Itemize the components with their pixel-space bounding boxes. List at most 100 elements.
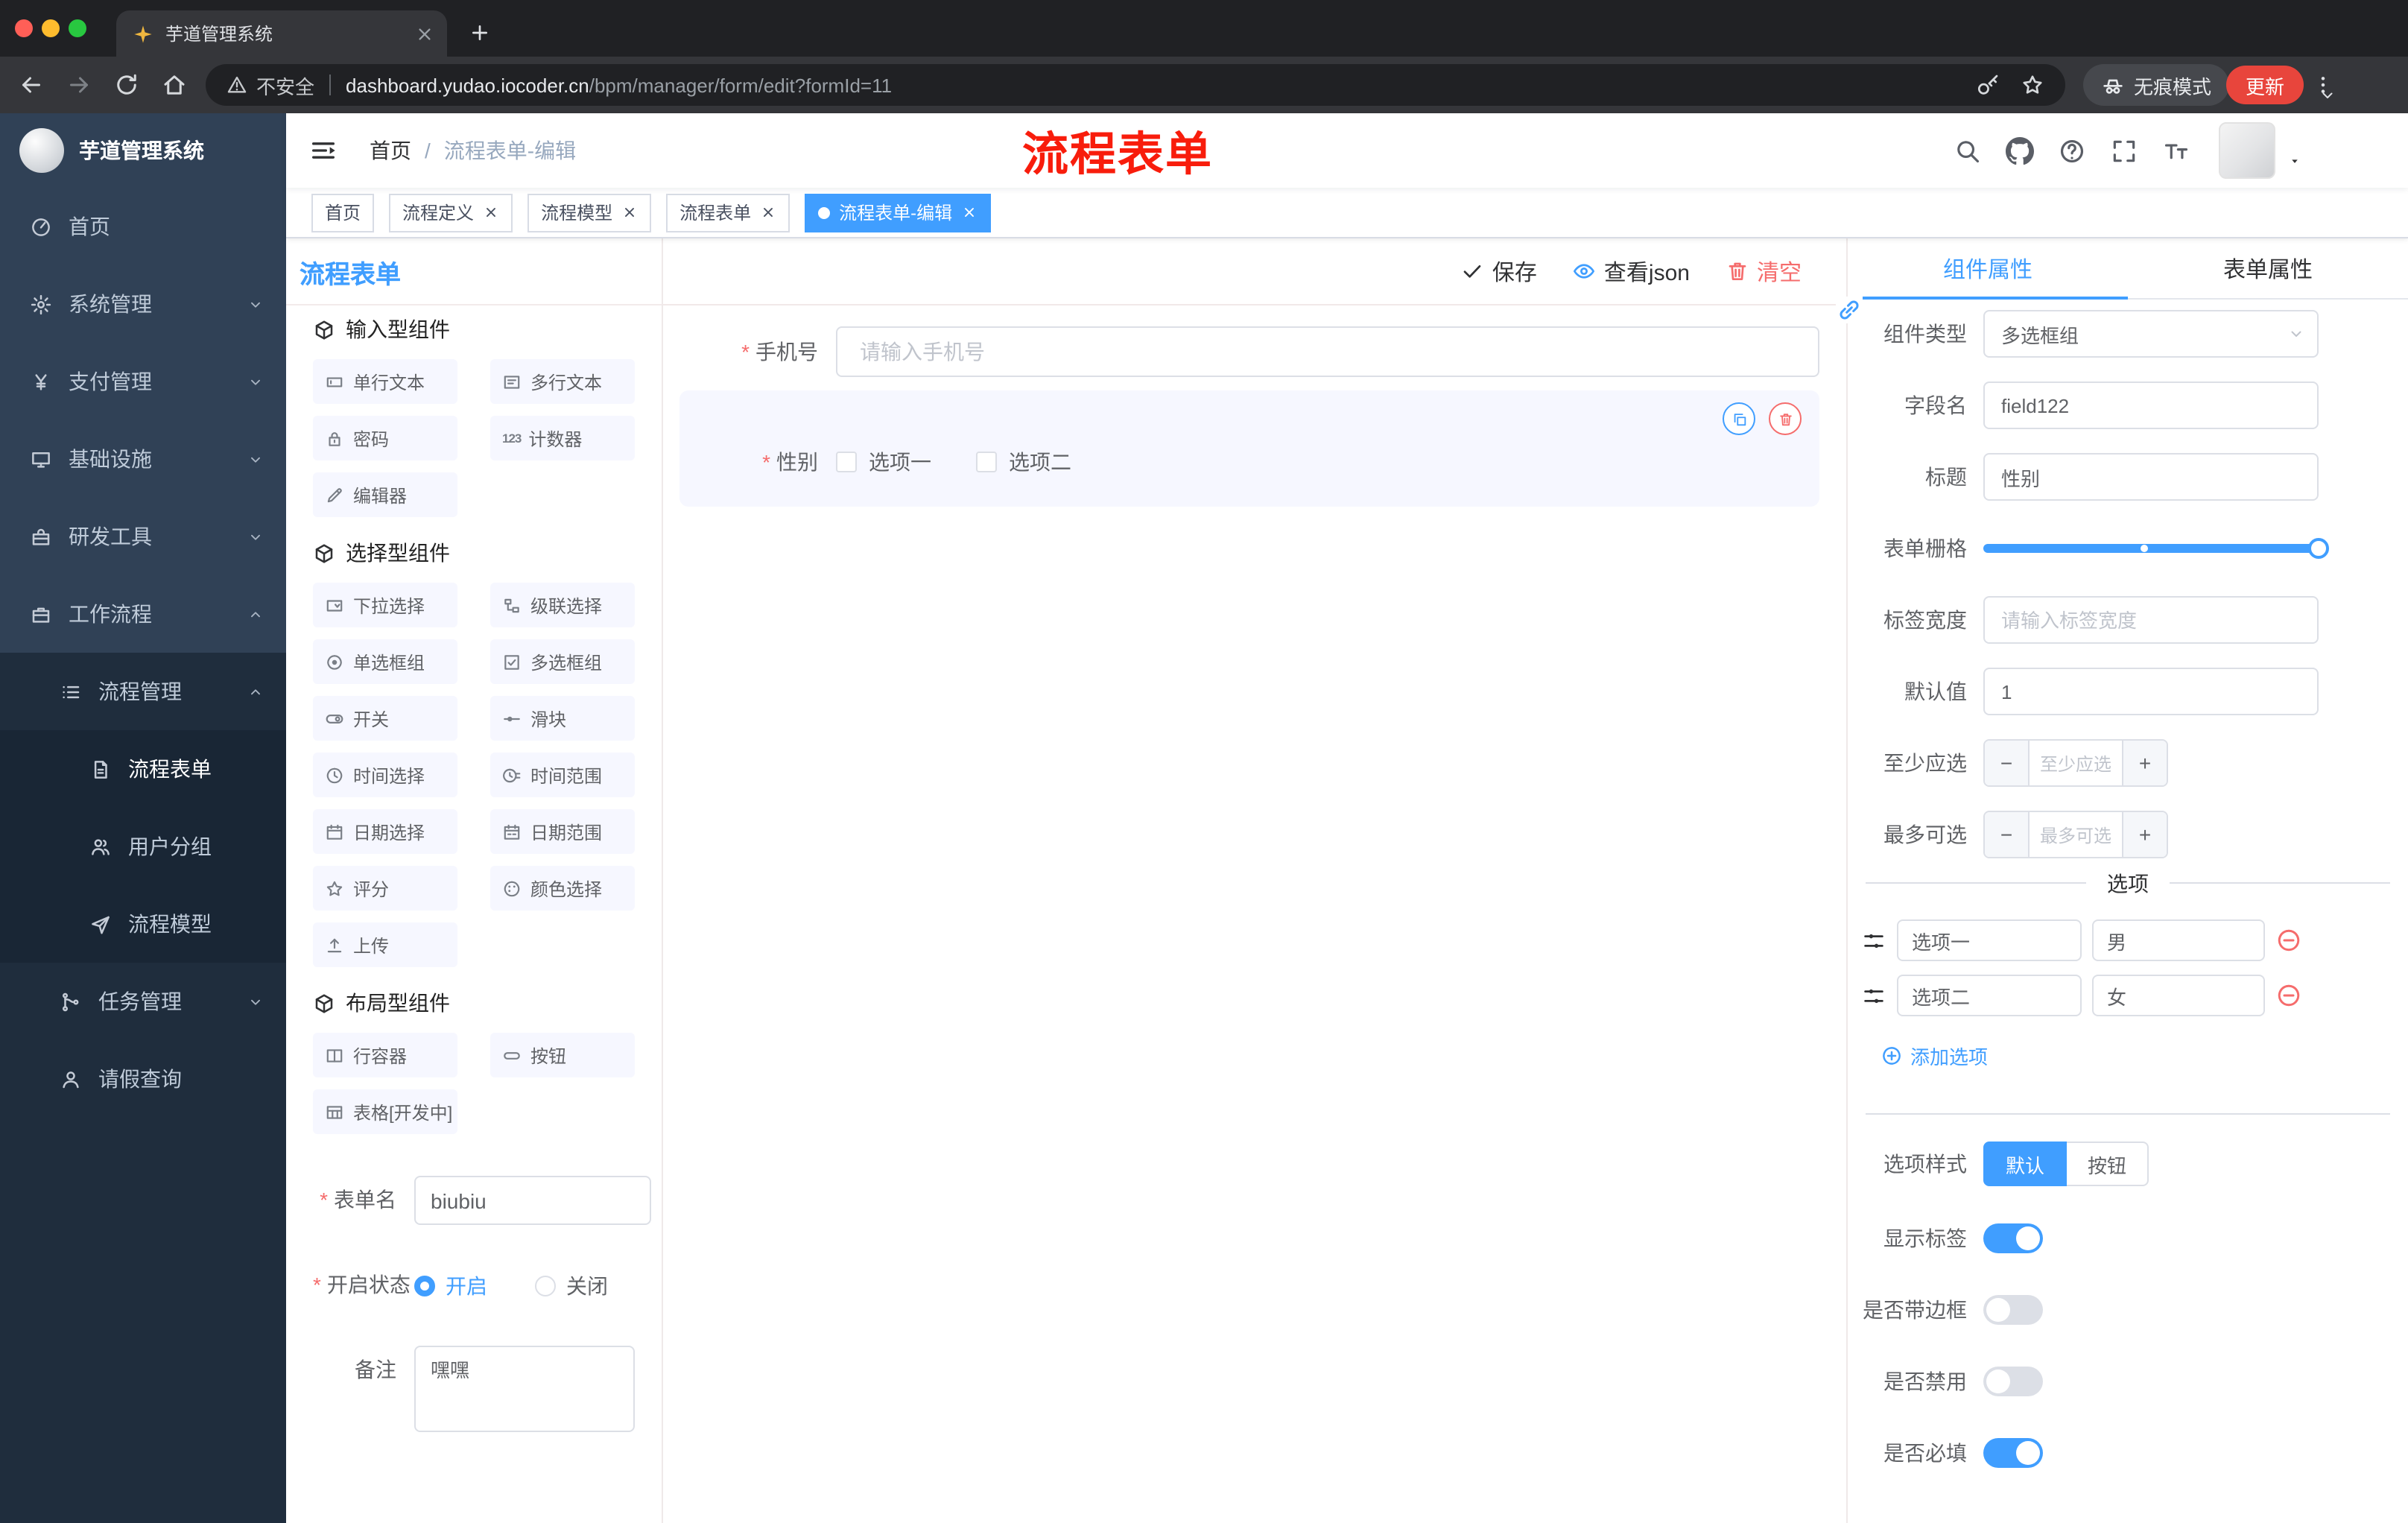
number-stepper[interactable]: 最多可选 bbox=[1983, 811, 2168, 858]
palette-item[interactable]: 级联选择 bbox=[490, 583, 635, 627]
sidebar-item[interactable]: 流程表单 bbox=[0, 730, 286, 808]
minuscirc-icon[interactable] bbox=[2275, 982, 2302, 1009]
home-button[interactable] bbox=[161, 72, 188, 98]
reload-button[interactable] bbox=[113, 72, 140, 98]
toggle-switch[interactable] bbox=[1983, 1223, 2043, 1253]
stepper-decrease-button[interactable] bbox=[1985, 741, 2030, 785]
slider-handle[interactable] bbox=[2308, 538, 2329, 559]
browser-tab[interactable]: 芋道管理系统 bbox=[116, 10, 447, 57]
save-button[interactable]: 保存 bbox=[1461, 256, 1537, 287]
link-handle[interactable] bbox=[1836, 297, 1863, 323]
gender-option-1[interactable]: 选项一 bbox=[836, 447, 931, 477]
palette-item[interactable]: 日期范围 bbox=[490, 809, 635, 854]
close-icon[interactable] bbox=[483, 204, 499, 221]
toggle-switch[interactable] bbox=[1983, 1367, 2043, 1396]
phone-input[interactable]: 请输入手机号 bbox=[836, 326, 1819, 377]
browser-update-button[interactable]: 更新 bbox=[2226, 66, 2304, 104]
chevdown-icon[interactable] bbox=[2287, 325, 2305, 343]
component-type-select[interactable]: 多选框组 bbox=[1983, 310, 2319, 358]
option-value-input[interactable] bbox=[2092, 919, 2265, 961]
palette-item[interactable]: 编辑器 bbox=[313, 472, 457, 517]
palette-item[interactable]: 评分 bbox=[313, 866, 457, 911]
toggle-switch[interactable] bbox=[1983, 1438, 2043, 1468]
option-value-input[interactable] bbox=[2092, 975, 2265, 1016]
tab-form-props[interactable]: 表单属性 bbox=[2128, 238, 2408, 298]
search-icon[interactable] bbox=[1954, 136, 1982, 165]
page-tag[interactable]: 首页 bbox=[311, 193, 375, 232]
checkbox-icon[interactable] bbox=[836, 452, 857, 472]
minimize-window-button[interactable] bbox=[42, 19, 60, 37]
maximize-window-button[interactable] bbox=[69, 19, 86, 37]
option-name-input[interactable] bbox=[1897, 975, 2082, 1016]
palette-item[interactable]: 下拉选择 bbox=[313, 583, 457, 627]
minuscirc-icon[interactable] bbox=[2275, 927, 2302, 954]
hamburger-icon[interactable] bbox=[308, 136, 338, 165]
sidebar-item[interactable]: 研发工具 bbox=[0, 498, 286, 575]
breadcrumb-home[interactable]: 首页 bbox=[370, 136, 411, 165]
sidebar-item[interactable]: 基础设施 bbox=[0, 420, 286, 498]
radio-on-icon[interactable] bbox=[414, 1275, 435, 1296]
back-button[interactable] bbox=[18, 72, 45, 98]
sidebar-item[interactable]: 流程模型 bbox=[0, 885, 286, 963]
copy-component-button[interactable] bbox=[1723, 402, 1755, 435]
close-window-button[interactable] bbox=[15, 19, 33, 37]
toggle-switch[interactable] bbox=[1983, 1295, 2043, 1325]
palette-item[interactable]: 123 计数器 bbox=[490, 416, 635, 460]
sidebar-item[interactable]: 流程管理 bbox=[0, 653, 286, 730]
github-icon[interactable] bbox=[2006, 136, 2034, 165]
fullscreen-icon[interactable] bbox=[2110, 136, 2138, 165]
palette-item[interactable]: 行容器 bbox=[313, 1033, 457, 1077]
radio-off-label[interactable]: 关闭 bbox=[566, 1270, 608, 1300]
sidebar-item[interactable]: 用户分组 bbox=[0, 808, 286, 885]
chevron-down-icon[interactable] bbox=[2319, 86, 2336, 104]
form-name-input[interactable] bbox=[414, 1176, 651, 1225]
option-name-input[interactable] bbox=[1897, 919, 2082, 961]
help-icon[interactable] bbox=[2058, 136, 2086, 165]
tab-close-icon[interactable] bbox=[414, 23, 435, 44]
stepper-decrease-button[interactable] bbox=[1985, 812, 2030, 857]
number-stepper[interactable]: 至少应选 bbox=[1983, 739, 2168, 787]
palette-item[interactable]: 单选框组 bbox=[313, 639, 457, 684]
clear-button[interactable]: 清空 bbox=[1726, 256, 1802, 287]
gender-option-2[interactable]: 选项二 bbox=[976, 447, 1071, 477]
bookmark-star-icon[interactable] bbox=[2021, 73, 2044, 97]
sidebar-item[interactable]: 首页 bbox=[0, 188, 286, 265]
password-manager-icon[interactable] bbox=[1976, 73, 2000, 97]
canvas-field-gender-selected[interactable]: 性别 选项一 选项二 bbox=[679, 390, 1819, 507]
stepper-increase-button[interactable] bbox=[2122, 741, 2167, 785]
insecure-warning-icon[interactable] bbox=[226, 75, 247, 95]
palette-item[interactable]: 表格[开发中] bbox=[313, 1089, 457, 1134]
palette-item[interactable]: 单行文本 bbox=[313, 359, 457, 404]
palette-item[interactable]: 滑块 bbox=[490, 696, 635, 741]
page-tag[interactable]: 流程定义 bbox=[389, 193, 513, 232]
font-size-icon[interactable] bbox=[2162, 136, 2190, 165]
canvas-field-phone[interactable]: 手机号 请输入手机号 bbox=[679, 326, 1819, 377]
address-bar[interactable]: 不安全 dashboard.yudao.iocoder.cn/bpm/manag… bbox=[206, 64, 2065, 106]
close-icon[interactable] bbox=[621, 204, 638, 221]
sidebar-item[interactable]: 支付管理 bbox=[0, 343, 286, 420]
page-tag[interactable]: 流程表单-编辑 bbox=[805, 193, 992, 232]
style-button-button[interactable]: 按钮 bbox=[2067, 1142, 2149, 1186]
palette-item[interactable]: 按钮 bbox=[490, 1033, 635, 1077]
palette-item[interactable]: 密码 bbox=[313, 416, 457, 460]
sidebar-item[interactable]: 系统管理 bbox=[0, 265, 286, 343]
radio-off-icon[interactable] bbox=[535, 1275, 556, 1296]
add-option-button[interactable]: 添加选项 bbox=[1881, 1042, 1988, 1070]
page-tag[interactable]: 流程模型 bbox=[527, 193, 652, 232]
palette-item[interactable]: 多行文本 bbox=[490, 359, 635, 404]
palette-item[interactable]: 时间选择 bbox=[313, 753, 457, 797]
prop-input[interactable] bbox=[1983, 453, 2319, 501]
sidebar-item[interactable]: 工作流程 bbox=[0, 575, 286, 653]
form-grid-slider[interactable] bbox=[1983, 525, 2329, 572]
new-tab-button[interactable] bbox=[468, 21, 492, 45]
user-menu-caret-icon[interactable] bbox=[2287, 153, 2302, 168]
prop-input[interactable] bbox=[1983, 381, 2319, 429]
form-remark-textarea[interactable]: 嘿嘿 bbox=[414, 1346, 635, 1432]
style-default-button[interactable]: 默认 bbox=[1983, 1142, 2068, 1186]
drag-icon[interactable] bbox=[1861, 928, 1886, 953]
palette-item[interactable]: 多选框组 bbox=[490, 639, 635, 684]
prop-input[interactable] bbox=[1983, 596, 2319, 644]
sidebar-item[interactable]: 任务管理 bbox=[0, 963, 286, 1040]
close-icon[interactable] bbox=[760, 204, 776, 221]
user-avatar[interactable] bbox=[2219, 122, 2275, 179]
